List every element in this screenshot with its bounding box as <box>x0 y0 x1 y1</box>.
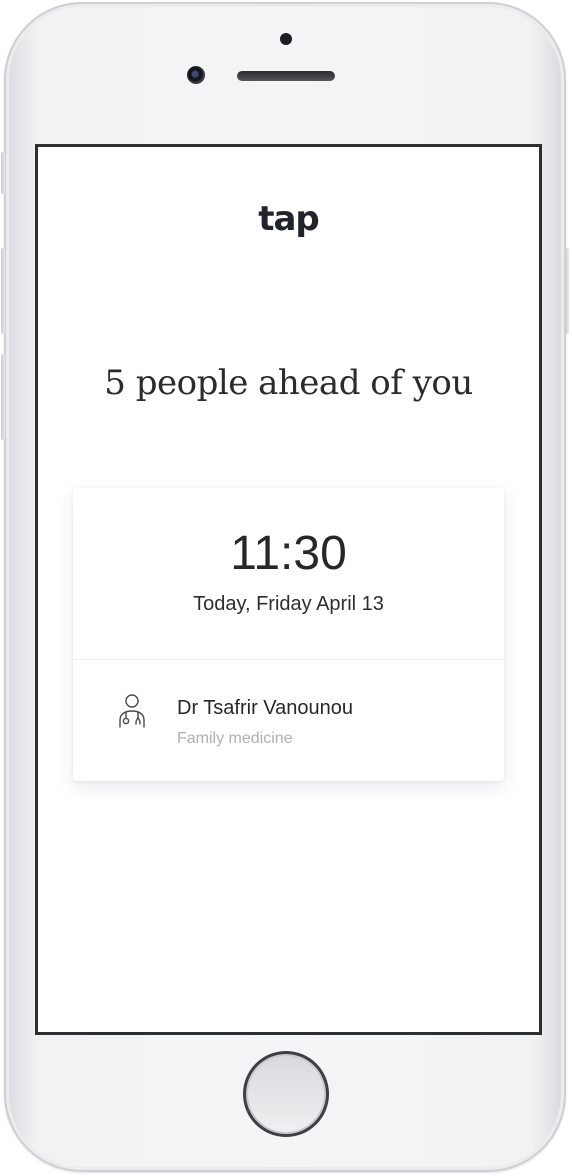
doctor-name: Dr Tsafrir Vanounou <box>177 697 354 719</box>
phone-device-frame: tap 5 people ahead of you 11:30 Today, F… <box>1 2 569 1172</box>
earpiece-speaker <box>237 71 335 81</box>
queue-headline: 5 people ahead of you <box>104 363 473 403</box>
appointment-card[interactable]: 11:30 Today, Friday April 13 Dr Tsafrir … <box>73 488 504 781</box>
screen-frame: tap 5 people ahead of you 11:30 Today, F… <box>35 144 542 1035</box>
front-camera-icon <box>187 66 205 84</box>
mute-switch <box>1 152 5 194</box>
power-button <box>565 248 569 334</box>
proximity-sensor <box>280 33 292 45</box>
appointment-time: 11:30 <box>230 527 347 580</box>
home-button[interactable] <box>243 1051 329 1137</box>
doctor-specialty: Family medicine <box>177 730 293 747</box>
doctor-icon <box>119 694 145 728</box>
appointment-time-section: 11:30 Today, Friday April 13 <box>73 488 504 660</box>
volume-up-button <box>1 248 5 334</box>
app-logo: tap <box>258 199 320 239</box>
volume-down-button <box>1 354 5 440</box>
app-screen: tap 5 people ahead of you 11:30 Today, F… <box>38 147 539 1032</box>
appointment-date: Today, Friday April 13 <box>193 593 384 615</box>
